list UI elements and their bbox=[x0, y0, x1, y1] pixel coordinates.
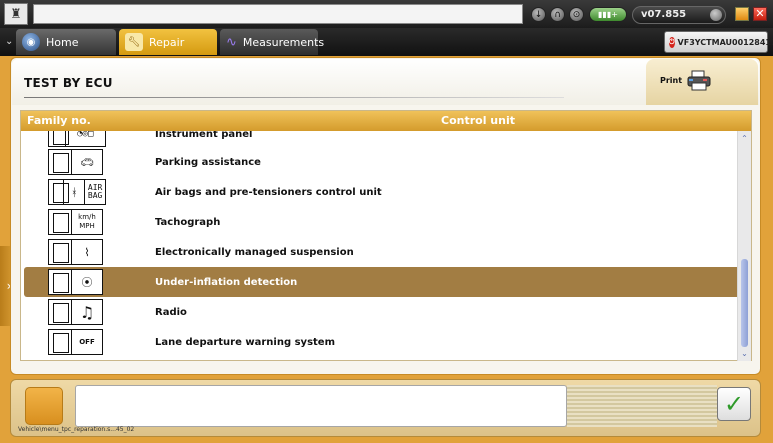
close-button[interactable]: ✕ bbox=[753, 7, 767, 21]
checkmark-icon: ✓ bbox=[723, 390, 745, 418]
table-row[interactable]: ⌇ Electronically managed suspension bbox=[24, 237, 737, 267]
note-symbol: ♫ bbox=[71, 299, 103, 325]
version-indicator: v07.855 bbox=[632, 6, 726, 24]
tab-home-label: Home bbox=[46, 35, 79, 49]
airbag-text: AIR BAG bbox=[84, 179, 106, 205]
vin-label: VF3YCTMAU00128417 bbox=[677, 37, 773, 47]
scroll-up-icon[interactable]: ⌃ bbox=[739, 133, 750, 144]
row-label: Electronically managed suspension bbox=[155, 246, 354, 258]
wrench-icon: 🔧︎ bbox=[125, 33, 143, 51]
title-bar: ♜ ↓ ∩ ⊙ ▮▮▮+ v07.855 ✕ bbox=[0, 0, 773, 28]
row-label: Lane departure warning system bbox=[155, 336, 336, 348]
tachograph-icon: km/h MPH bbox=[48, 208, 106, 236]
download-icon[interactable]: ↓ bbox=[531, 7, 546, 22]
car-symbol: 🚗︎ bbox=[71, 149, 103, 175]
table-body: ◔◎□ Instrument panel 🚗︎ Parking assistan… bbox=[21, 131, 737, 361]
row-label: Radio bbox=[155, 306, 187, 318]
tab-repair[interactable]: 🔧︎ Repair bbox=[119, 29, 217, 55]
row-label: Air bags and pre-tensioners control unit bbox=[155, 186, 382, 198]
spring-symbol: ⌇ bbox=[71, 239, 103, 265]
tab-measurements[interactable]: ∿ Measurements bbox=[220, 29, 324, 55]
print-label: Print bbox=[660, 76, 683, 85]
speed-unit-text: km/h MPH bbox=[71, 209, 103, 235]
message-area bbox=[75, 385, 567, 427]
ecu-chip-icon bbox=[48, 329, 72, 355]
ecu-chip-icon bbox=[48, 269, 72, 295]
power-icon: ⏻ bbox=[669, 36, 675, 48]
ecu-chip-icon bbox=[48, 209, 72, 235]
table-row[interactable]: 🚗︎ Parking assistance bbox=[24, 147, 737, 177]
row-label: Parking assistance bbox=[155, 156, 261, 168]
printer-icon bbox=[687, 70, 711, 91]
status-path: Vehicle\menu_tpc_reparation.s...45_02 bbox=[18, 426, 135, 433]
scroll-down-icon[interactable]: ⌄ bbox=[739, 348, 750, 359]
address-field[interactable] bbox=[33, 4, 523, 24]
tab-measurements-label: Measurements bbox=[242, 35, 325, 49]
chevron-down-icon[interactable]: ⌄ bbox=[5, 36, 13, 47]
nav-bar: ⌄ ◉ Home 🔧︎ Repair ∿ Measurements ⏻ VF3Y… bbox=[0, 28, 773, 56]
minimize-button[interactable] bbox=[735, 7, 749, 21]
headset-icon[interactable]: ∩ bbox=[550, 7, 565, 22]
table-row-selected[interactable]: ⦿ Under-inflation detection bbox=[24, 267, 737, 297]
ecu-chip-icon bbox=[48, 179, 70, 205]
vin-button[interactable]: ⏻ VF3YCTMAU00128417 bbox=[664, 31, 773, 53]
title-divider bbox=[24, 97, 564, 98]
confirm-button[interactable]: ✓ bbox=[717, 387, 751, 421]
page-title: TEST BY ECU bbox=[24, 76, 113, 90]
table-header: Family no. Control unit bbox=[21, 111, 751, 131]
instrument-gauge-icon: ◔◎□ bbox=[48, 131, 106, 148]
lane-off-text: OFF bbox=[71, 329, 103, 355]
panel-header: TEST BY ECU Print bbox=[12, 59, 759, 105]
peugeot-logo-icon: ♜ bbox=[4, 3, 28, 25]
column-header-family: Family no. bbox=[27, 114, 91, 127]
version-knob-icon bbox=[710, 9, 722, 21]
ecu-chip-icon bbox=[48, 239, 72, 265]
table-row[interactable]: OFF Lane departure warning system bbox=[24, 327, 737, 357]
scroll-thumb[interactable] bbox=[741, 259, 748, 347]
tyre-symbol: ⦿ bbox=[71, 269, 103, 295]
ecu-chip-icon bbox=[48, 149, 72, 175]
lane-off-icon: OFF bbox=[48, 328, 106, 356]
waveform-icon: ∿ bbox=[226, 34, 237, 50]
battery-status-icon: ▮▮▮+ bbox=[589, 7, 627, 22]
print-button[interactable]: Print bbox=[646, 59, 758, 105]
row-label: Instrument panel bbox=[155, 131, 253, 140]
suspension-spring-icon: ⌇ bbox=[48, 238, 106, 266]
home-globe-icon: ◉ bbox=[22, 33, 40, 51]
column-header-control-unit: Control unit bbox=[441, 114, 515, 127]
main-frame: › TEST BY ECU Print Family no. Control u… bbox=[0, 56, 773, 443]
music-note-icon: ♫ bbox=[48, 298, 106, 326]
table-row[interactable]: ᚼ AIR BAG Air bags and pre-tensioners co… bbox=[24, 177, 737, 207]
tab-repair-label: Repair bbox=[149, 35, 185, 49]
status-square-button[interactable] bbox=[25, 387, 63, 425]
tab-home[interactable]: ◉ Home bbox=[16, 29, 116, 55]
gauge-symbol: ◔◎□ bbox=[64, 131, 106, 147]
ecu-chip-icon bbox=[48, 131, 69, 147]
tyre-pressure-icon: ⦿ bbox=[48, 268, 106, 296]
table-row[interactable]: km/h MPH Tachograph bbox=[24, 207, 737, 237]
table-row[interactable]: ♫ Radio bbox=[24, 297, 737, 327]
vertical-scrollbar[interactable]: ⌃ ⌄ bbox=[737, 131, 751, 361]
decorative-stripes bbox=[567, 385, 717, 427]
version-label: v07.855 bbox=[641, 9, 687, 20]
parking-car-icon: 🚗︎ bbox=[48, 148, 106, 176]
ecu-chip-icon bbox=[48, 299, 72, 325]
airbag-seat-icon: ᚼ AIR BAG bbox=[48, 178, 106, 206]
content-panel: TEST BY ECU Print Family no. Control uni… bbox=[10, 57, 761, 375]
ecu-table: Family no. Control unit ◔◎□ Instrument p… bbox=[20, 110, 752, 361]
row-label: Under-inflation detection bbox=[155, 276, 298, 288]
row-label: Tachograph bbox=[155, 216, 221, 228]
settings-icon[interactable]: ⊙ bbox=[569, 7, 584, 22]
